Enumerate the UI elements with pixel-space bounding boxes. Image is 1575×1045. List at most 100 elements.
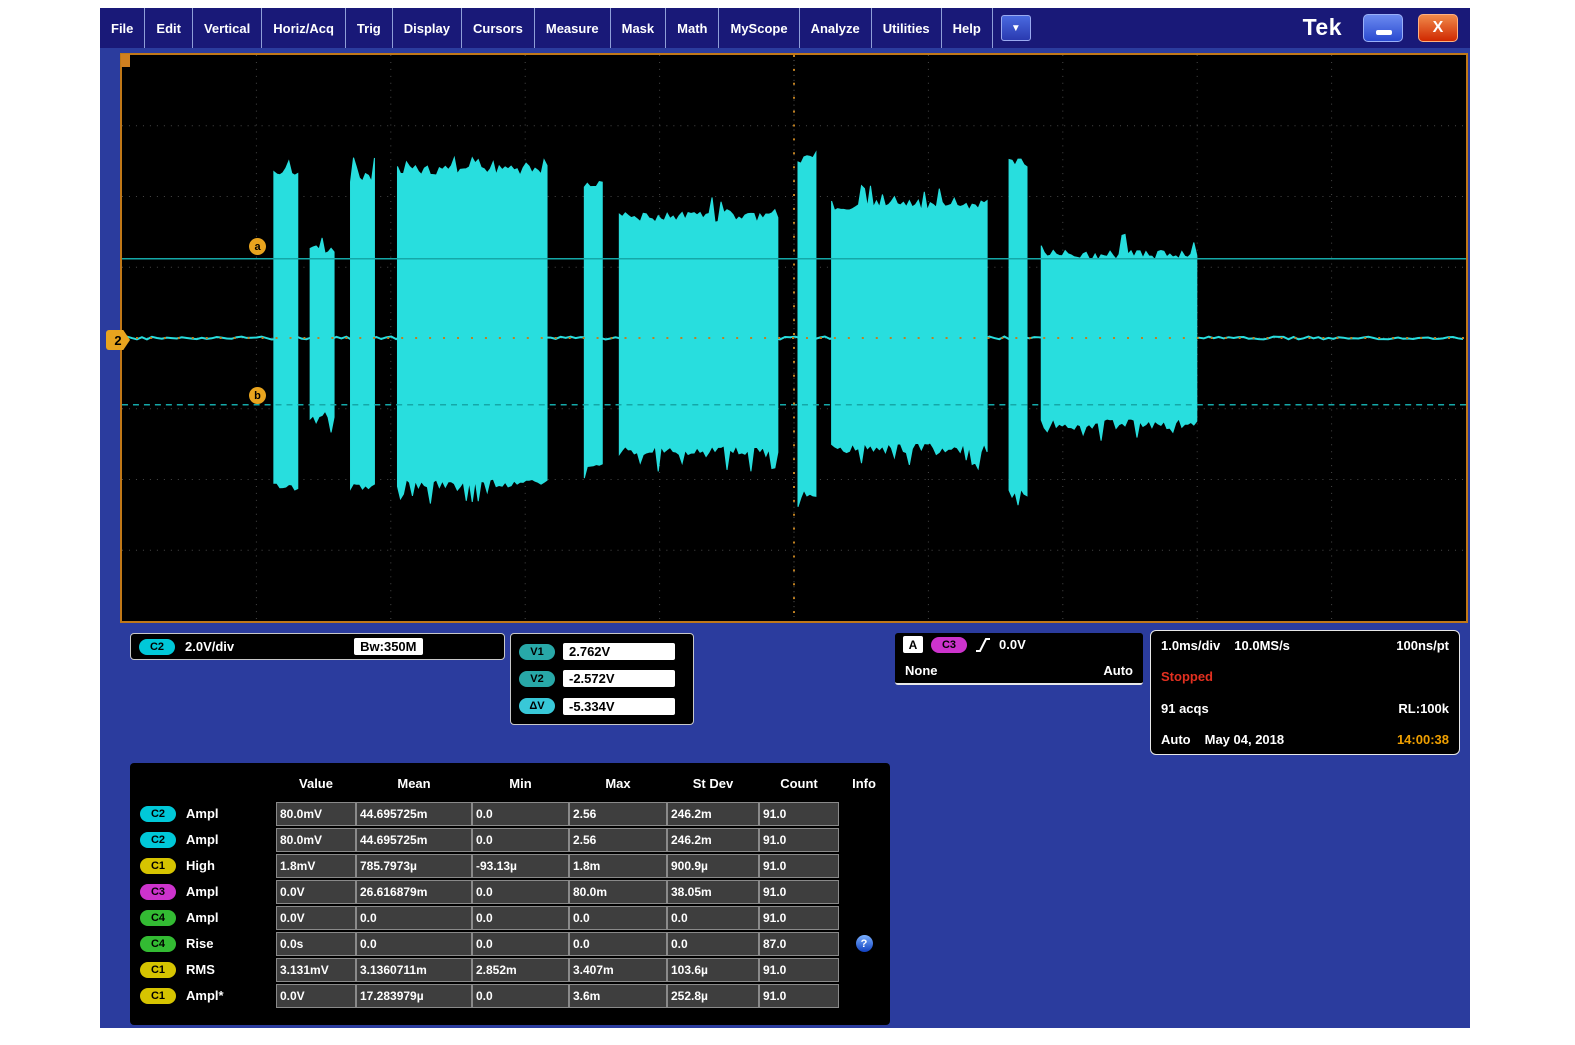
measurement-cell: 0.0 — [472, 932, 569, 956]
menu-item-vertical[interactable]: Vertical — [193, 8, 262, 48]
menu-item-analyze[interactable]: Analyze — [800, 8, 872, 48]
measurement-cell: 44.695725m — [356, 828, 472, 852]
measurement-cell: 91.0 — [759, 828, 839, 852]
measurement-cell: 0.0 — [472, 880, 569, 904]
measurement-cell: 91.0 — [759, 958, 839, 982]
tek-logo: Tek — [1303, 14, 1342, 41]
column-header-count: Count — [759, 776, 839, 791]
acq-count-row: 91 acqs RL:100k — [1161, 701, 1449, 716]
menu-bar: FileEditVerticalHoriz/AcqTrigDisplayCurs… — [100, 8, 1470, 48]
info-cell — [839, 880, 889, 904]
menu-bar-items: FileEditVerticalHoriz/AcqTrigDisplayCurs… — [100, 8, 1031, 48]
measurement-table: ValueMeanMinMaxSt DevCountInfo C2Ampl80.… — [130, 763, 890, 1025]
measurement-header: ValueMeanMinMaxSt DevCountInfo — [134, 769, 890, 797]
acquisition-panel: 1.0ms/div 10.0MS/s 100ns/pt Stopped 91 a… — [1150, 630, 1460, 755]
timebase-value: 1.0ms/div — [1161, 638, 1220, 653]
cursor-v2-row: V2 -2.572V — [519, 670, 685, 687]
minimize-icon — [1376, 30, 1392, 35]
menu-item-utilities[interactable]: Utilities — [872, 8, 942, 48]
measurement-label: C3Ampl — [134, 884, 276, 900]
info-cell — [839, 854, 889, 878]
trigger-level: 0.0V — [999, 637, 1026, 652]
info-cell — [839, 828, 889, 852]
measurement-row: C1High1.8mV785.7973µ-93.13µ1.8m900.9µ91.… — [134, 853, 890, 878]
measurement-cell: 252.8µ — [667, 984, 759, 1008]
measurement-row: C1Ampl*0.0V17.283979µ0.03.6m252.8µ91.0 — [134, 983, 890, 1008]
trigger-readout[interactable]: A C3 0.0V None Auto — [895, 633, 1143, 685]
acq-count: 91 acqs — [1161, 701, 1209, 716]
measurement-cell: 91.0 — [759, 880, 839, 904]
measurement-cell: 246.2m — [667, 828, 759, 852]
measurement-cell: 0.0 — [667, 932, 759, 956]
acq-state: Stopped — [1161, 669, 1213, 684]
menu-item-help[interactable]: Help — [942, 8, 993, 48]
measurement-label: C2Ampl — [134, 806, 276, 822]
menu-item-math[interactable]: Math — [666, 8, 719, 48]
measurement-label: C2Ampl — [134, 832, 276, 848]
minimize-button[interactable] — [1363, 14, 1403, 42]
menu-dropdown-button[interactable]: ▼ — [1001, 15, 1031, 41]
measurement-cell: 80.0mV — [276, 802, 356, 826]
measurement-name: Ampl — [186, 806, 219, 821]
measurement-label: C1RMS — [134, 962, 276, 978]
measurement-cell: 91.0 — [759, 906, 839, 930]
menu-item-cursors[interactable]: Cursors — [462, 8, 535, 48]
channel-2-scale: 2.0V/div — [185, 639, 234, 654]
measurement-name: Ampl — [186, 832, 219, 847]
cursor-readout: V1 2.762V V2 -2.572V ΔV -5.334V — [510, 633, 694, 725]
menu-item-display[interactable]: Display — [393, 8, 462, 48]
trigger-mode-row: None Auto — [903, 663, 1135, 680]
menu-item-horizacq[interactable]: Horiz/Acq — [262, 8, 346, 48]
menu-item-file[interactable]: File — [100, 8, 145, 48]
waveform-display[interactable]: a b 2 — [120, 53, 1468, 623]
close-button[interactable]: X — [1418, 14, 1458, 42]
measurement-label: C1High — [134, 858, 276, 874]
measurement-cell: 3.1360711m — [356, 958, 472, 982]
measurement-name: High — [186, 858, 215, 873]
measurement-cell: 3.131mV — [276, 958, 356, 982]
measurement-cell: 3.407m — [569, 958, 667, 982]
menu-item-myscope[interactable]: MyScope — [719, 8, 799, 48]
info-icon[interactable]: ? — [856, 935, 873, 952]
bandwidth-button[interactable]: Bw:350M — [354, 638, 422, 655]
channel-2-badge[interactable]: C2 — [139, 639, 175, 655]
measurement-cell: 3.6m — [569, 984, 667, 1008]
measurement-row: C3Ampl0.0V26.616879m0.080.0m38.05m91.0 — [134, 879, 890, 904]
measurement-cell: 0.0V — [276, 906, 356, 930]
measurement-name: Rise — [186, 936, 213, 951]
info-cell — [839, 802, 889, 826]
record-length: RL:100k — [1398, 701, 1449, 716]
v2-value: -2.572V — [563, 670, 675, 687]
measurement-cell: 38.05m — [667, 880, 759, 904]
measurement-cell: 80.0m — [569, 880, 667, 904]
samplerate-value: 10.0MS/s — [1234, 638, 1290, 653]
measurement-cell: 91.0 — [759, 984, 839, 1008]
column-header-mean: Mean — [356, 776, 472, 791]
measurement-cell: 0.0 — [472, 802, 569, 826]
channel-badge-c1: C1 — [140, 988, 176, 1004]
measurement-cell: 0.0 — [472, 984, 569, 1008]
rising-edge-icon — [975, 637, 991, 653]
delta-v-value: -5.334V — [563, 698, 675, 715]
measurement-cell: 0.0 — [569, 906, 667, 930]
measurement-cell: 246.2m — [667, 802, 759, 826]
cursor-v1-row: V1 2.762V — [519, 643, 685, 660]
oscilloscope-window: FileEditVerticalHoriz/AcqTrigDisplayCurs… — [100, 8, 1470, 1028]
measurement-cell: 87.0 — [759, 932, 839, 956]
measurement-cell: 0.0 — [472, 828, 569, 852]
menu-item-measure[interactable]: Measure — [535, 8, 611, 48]
delta-v-badge: ΔV — [519, 698, 555, 714]
channel-badge-c4: C4 — [140, 910, 176, 926]
trigger-source-badge[interactable]: C3 — [931, 637, 967, 653]
menu-item-edit[interactable]: Edit — [145, 8, 193, 48]
measurement-cell: 2.56 — [569, 802, 667, 826]
channel-2-readout[interactable]: C2 2.0V/div Bw:350M — [130, 633, 505, 660]
menu-item-trig[interactable]: Trig — [346, 8, 393, 48]
measurement-cell: 2.56 — [569, 828, 667, 852]
measurement-label: C4Ampl — [134, 910, 276, 926]
measurement-cell: 0.0V — [276, 880, 356, 904]
measurement-cell: 44.695725m — [356, 802, 472, 826]
column-header-info: Info — [839, 776, 889, 791]
menu-item-mask[interactable]: Mask — [611, 8, 667, 48]
measurement-cell: 2.852m — [472, 958, 569, 982]
